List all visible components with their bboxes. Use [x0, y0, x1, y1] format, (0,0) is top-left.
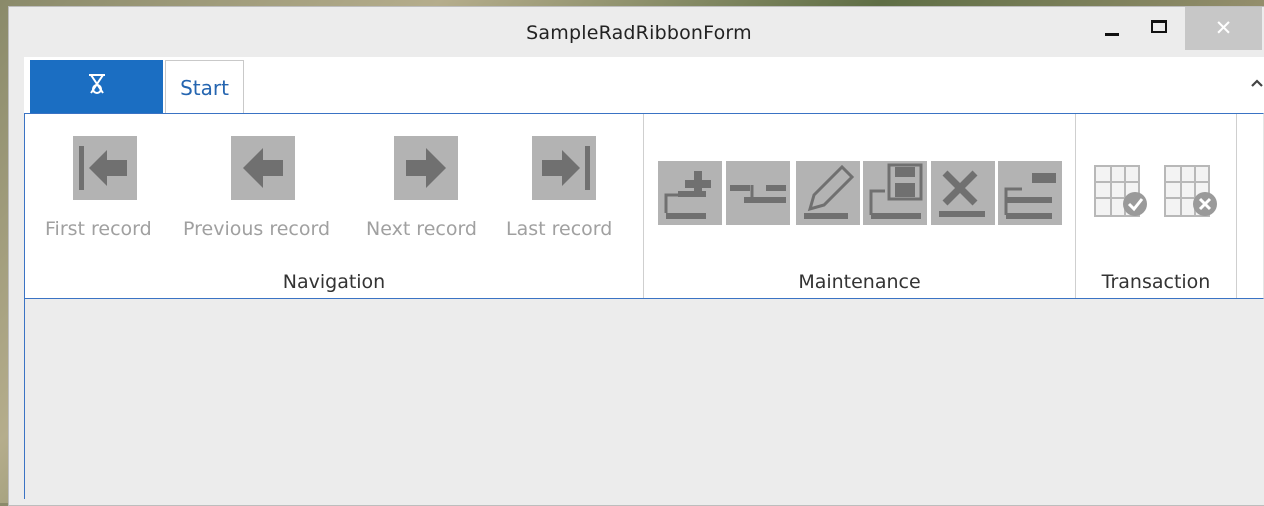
first-record-button[interactable]: First record: [45, 136, 165, 256]
next-record-button[interactable]: Next record: [366, 136, 491, 256]
commit-icon[interactable]: [1091, 162, 1153, 224]
ribbon-tab-strip: Start: [24, 57, 1264, 115]
edit-row-icon[interactable]: [796, 161, 860, 225]
rollback-icon[interactable]: [1161, 162, 1223, 224]
minimize-button[interactable]: [1089, 7, 1135, 50]
tab-start[interactable]: Start: [165, 60, 244, 115]
insert-row-icon[interactable]: [726, 161, 790, 225]
previous-record-label: Previous record: [183, 218, 331, 240]
remove-row-icon[interactable]: [998, 161, 1062, 225]
last-record-button[interactable]: Last record: [506, 136, 626, 256]
title-bar[interactable]: SampleRadRibbonForm ✕: [9, 7, 1264, 57]
add-row-icon[interactable]: [658, 161, 722, 225]
previous-record-button[interactable]: Previous record: [183, 136, 353, 256]
previous-record-icon: [231, 136, 295, 200]
ribbon-group-maintenance: Maintenance: [644, 114, 1076, 298]
next-record-label: Next record: [366, 218, 477, 240]
navigation-group-label: Navigation: [282, 271, 386, 293]
application-menu-button[interactable]: [30, 60, 163, 113]
maximize-button[interactable]: [1137, 7, 1183, 50]
ribbon-group-navigation: First record Previous record Next record…: [25, 114, 644, 298]
minimize-icon: [1105, 33, 1119, 36]
delete-row-icon[interactable]: [931, 161, 995, 225]
first-record-icon: [73, 136, 137, 200]
save-row-icon[interactable]: [863, 161, 927, 225]
first-record-label: First record: [45, 218, 152, 240]
close-button[interactable]: ✕: [1185, 7, 1262, 50]
ribbon-group-transaction: Transaction: [1076, 114, 1237, 298]
close-icon: ✕: [1214, 16, 1233, 40]
next-record-icon: [394, 136, 458, 200]
ribbon-body: First record Previous record Next record…: [24, 113, 1264, 299]
collapse-ribbon-icon[interactable]: [1250, 77, 1264, 89]
window-title: SampleRadRibbonForm: [526, 22, 752, 44]
form-content-area: [24, 299, 1264, 499]
last-record-label: Last record: [506, 218, 613, 240]
main-window: SampleRadRibbonForm ✕ Start First record: [8, 6, 1264, 506]
last-record-icon: [532, 136, 596, 200]
transaction-group-label: Transaction: [1101, 271, 1211, 293]
maximize-icon: [1151, 20, 1167, 33]
maintenance-group-label: Maintenance: [798, 271, 921, 293]
app-menu-icon: [89, 74, 105, 94]
